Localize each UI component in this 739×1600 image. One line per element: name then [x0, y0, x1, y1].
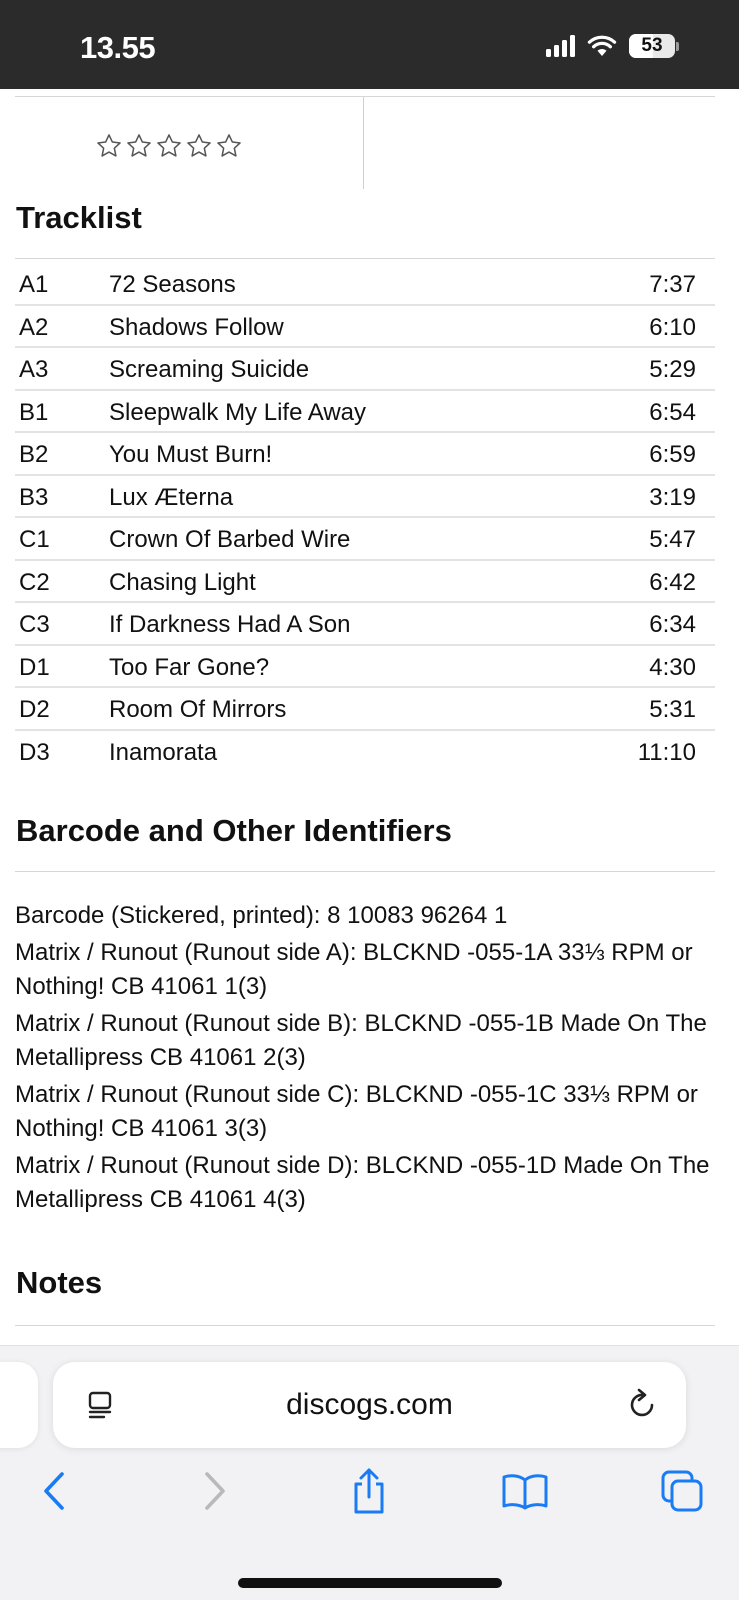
- track-position: C3: [19, 611, 50, 638]
- browser-toolbar: [0, 1462, 739, 1532]
- track-title: Shadows Follow: [109, 313, 284, 341]
- track-row: D3 Inamorata 11:10: [15, 731, 715, 774]
- track-position: A2: [19, 313, 49, 341]
- identifiers-list: Barcode (Stickered, printed): 8 10083 96…: [15, 899, 715, 1220]
- track-duration: 11:10: [637, 738, 696, 766]
- track-position: D2: [19, 696, 50, 723]
- tracklist-table: A1 72 Seasons 7:37 A2 Shadows Follow 6:10 A3 Sc…: [15, 263, 715, 773]
- tabs-icon[interactable]: [660, 1469, 704, 1513]
- track-row: A2 Shadows Follow 6:10: [15, 306, 715, 348]
- tracklist-heading: Tracklist: [16, 200, 142, 235]
- reload-icon[interactable]: [626, 1387, 660, 1421]
- track-title: 72 Seasons: [109, 271, 236, 298]
- track-title: If Darkness Had A Son: [109, 611, 351, 638]
- address-bar[interactable]: discogs.com: [53, 1362, 686, 1448]
- track-row: C2 Chasing Light 6:42: [15, 561, 715, 603]
- home-indicator: [238, 1578, 502, 1588]
- track-position: B2: [19, 441, 49, 468]
- track-duration: 6:34: [649, 611, 696, 638]
- track-duration: 4:30: [649, 653, 696, 681]
- previous-tab-preview[interactable]: [0, 1362, 38, 1448]
- bookmarks-button[interactable]: [500, 1466, 550, 1516]
- battery-icon: 53: [629, 34, 679, 58]
- identifier-item: Matrix / Runout (Runout side C): BLCKND …: [15, 1080, 698, 1143]
- back-button[interactable]: [30, 1466, 80, 1516]
- identifiers-heading: Barcode and Other Identifiers: [16, 813, 452, 848]
- track-row: B3 Lux Æterna 3:19: [15, 476, 715, 518]
- track-duration: 5:29: [649, 356, 696, 383]
- track-title: Inamorata: [109, 738, 218, 766]
- track-duration: 5:47: [649, 526, 696, 553]
- track-title: Too Far Gone?: [109, 653, 270, 681]
- share-button[interactable]: [344, 1466, 394, 1516]
- track-position: A3: [19, 356, 49, 383]
- track-position: D1: [19, 653, 50, 681]
- divider: [15, 1325, 715, 1326]
- star-icon[interactable]: [125, 132, 153, 160]
- bookmarks-icon[interactable]: [501, 1471, 549, 1511]
- track-row: C1 Crown Of Barbed Wire 5:47: [15, 518, 715, 561]
- track-duration: 6:54: [649, 398, 696, 426]
- star-icon[interactable]: [185, 132, 213, 160]
- track-duration: 6:10: [649, 313, 696, 341]
- divider: [15, 258, 715, 259]
- notes-heading: Notes: [16, 1265, 103, 1300]
- track-position: B3: [19, 483, 49, 511]
- track-position: A1: [19, 271, 49, 298]
- battery-level: 53: [641, 35, 663, 56]
- tabs-button[interactable]: [657, 1466, 707, 1516]
- track-duration: 6:42: [649, 568, 696, 596]
- forward-icon[interactable]: [199, 1471, 229, 1511]
- status-icons: 53: [546, 34, 679, 58]
- track-position: D3: [19, 738, 50, 766]
- share-icon[interactable]: [349, 1467, 389, 1515]
- star-icon[interactable]: [95, 132, 123, 160]
- track-title: Screaming Suicide: [109, 356, 310, 383]
- track-row: A3 Screaming Suicide 5:29: [15, 348, 715, 391]
- track-title: You Must Burn!: [109, 441, 273, 468]
- back-icon[interactable]: [40, 1471, 70, 1511]
- star-icon[interactable]: [155, 132, 183, 160]
- identifier-item: Barcode (Stickered, printed): 8 10083 96…: [15, 902, 508, 929]
- track-duration: 6:59: [649, 441, 696, 468]
- track-row: D1 Too Far Gone? 4:30: [15, 646, 715, 688]
- wifi-icon: [587, 35, 617, 56]
- track-title: Sleepwalk My Life Away: [109, 398, 367, 426]
- status-bar: 13.55 53: [0, 0, 739, 89]
- track-title: Room Of Mirrors: [109, 696, 287, 723]
- forward-button[interactable]: [189, 1466, 239, 1516]
- identifier-item: Matrix / Runout (Runout side A): BLCKND …: [15, 938, 693, 1001]
- cellular-signal-icon: [546, 35, 575, 57]
- track-position: C1: [19, 526, 50, 553]
- identifier-item: Matrix / Runout (Runout side D): BLCKND …: [15, 1151, 710, 1214]
- rating-panel: [15, 97, 364, 189]
- track-position: C2: [19, 568, 50, 596]
- track-title: Crown Of Barbed Wire: [109, 526, 351, 553]
- track-position: B1: [19, 398, 49, 426]
- track-row: B2 You Must Burn! 6:59: [15, 433, 715, 476]
- track-title: Chasing Light: [109, 568, 256, 596]
- browser-chrome: discogs.com: [0, 1345, 739, 1600]
- track-duration: 5:31: [649, 696, 696, 723]
- divider: [15, 871, 715, 872]
- track-row: B1 Sleepwalk My Life Away 6:54: [15, 391, 715, 433]
- star-icon[interactable]: [215, 132, 243, 160]
- identifier-item: Matrix / Runout (Runout side B): BLCKND …: [15, 1009, 707, 1072]
- star-rating[interactable]: [95, 132, 243, 160]
- status-time: 13.55: [80, 30, 156, 65]
- track-row: A1 72 Seasons 7:37: [15, 263, 715, 306]
- track-duration: 3:19: [649, 483, 696, 511]
- url-text[interactable]: discogs.com: [53, 1388, 686, 1422]
- track-duration: 7:37: [649, 271, 696, 298]
- track-row: C3 If Darkness Had A Son 6:34: [15, 603, 715, 646]
- track-title: Lux Æterna: [109, 483, 234, 511]
- track-row: D2 Room Of Mirrors 5:31: [15, 688, 715, 731]
